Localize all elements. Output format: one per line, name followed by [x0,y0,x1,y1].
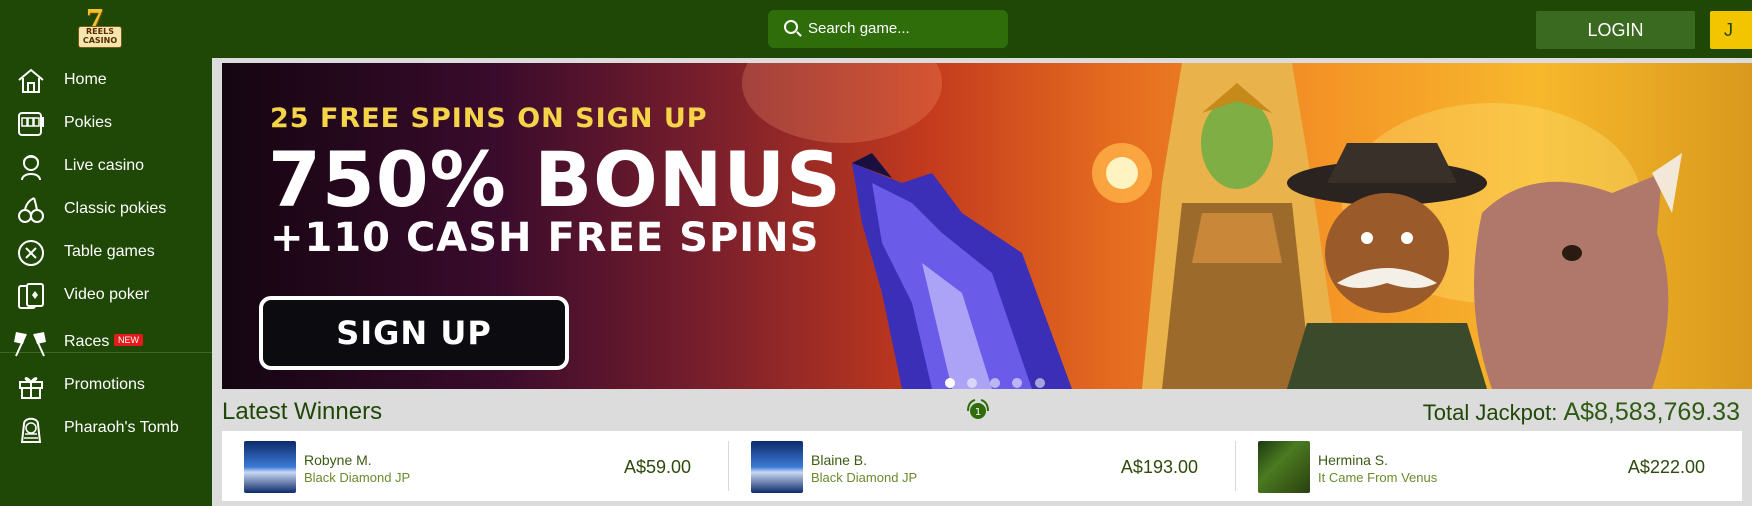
gift-icon [19,377,43,399]
trophy-coin-icon: 1 [967,399,989,419]
carousel-dot[interactable] [1034,378,1045,388]
sidebar-item-classic-pokies[interactable]: Classic pokies [0,187,212,233]
site-logo[interactable]: 7 REELS CASINO [74,2,124,52]
total-jackpot: Total Jackpot: A$8,583,769.33 [1423,398,1740,427]
carousel-dot[interactable] [1012,378,1023,388]
promo-banner[interactable]: 25 FREE SPINS ON SIGN UP 750% BONUS +110… [222,63,1752,389]
sidebar-item-label: Pokies [64,114,113,131]
winner-card[interactable]: Robyne M. Black Diamond JP A$59.00 [222,431,729,501]
sidebar-item-home[interactable]: Home [0,58,212,104]
sidebar: Home Pokies Live casino Classic pokies T… [0,58,212,506]
winner-amount: A$193.00 [1120,457,1198,477]
signup-button[interactable]: SIGN UP [259,296,569,370]
winner-game[interactable]: It Came From Venus [1318,470,1437,485]
winner-game[interactable]: Black Diamond JP [811,470,917,485]
cherries-icon [18,197,44,223]
game-thumbnail[interactable] [751,441,803,493]
sidebar-item-promotions[interactable]: Promotions [0,363,212,409]
banner-subtitle: 25 FREE SPINS ON SIGN UP [270,103,708,134]
sidebar-item-video-poker[interactable]: Video poker [0,273,212,319]
sidebar-item-pokies[interactable]: Pokies [0,101,212,147]
sidebar-item-label: Pharaoh's Tomb [64,419,179,436]
login-button[interactable]: LOGIN [1536,11,1695,49]
banner-tagline: +110 CASH FREE SPINS [270,215,820,261]
winner-name: Hermina S. [1318,452,1389,468]
sidebar-item-live-casino[interactable]: Live casino [0,144,212,190]
banner-glow [742,63,942,143]
sidebar-item-label: Table games [64,243,155,260]
sidebar-item-label: Home [64,71,107,88]
logo-line2: CASINO [82,36,118,45]
carousel-dot[interactable] [989,378,1000,388]
winner-name: Robyne M. [304,452,372,468]
latest-winners-title: Latest Winners [222,398,383,425]
dealer-icon [21,155,41,181]
main-content: 25 FREE SPINS ON SIGN UP 750% BONUS +110… [212,58,1752,506]
sidebar-item-table-games[interactable]: Table games [0,230,212,276]
new-badge: NEW [114,334,143,346]
jackpot-label: Total Jackpot: [1422,400,1558,425]
rhino-illustration [1474,153,1682,389]
winner-amount: A$222.00 [1627,457,1705,477]
game-thumbnail[interactable] [244,441,296,493]
logo-line1: REELS [86,27,114,36]
join-button[interactable]: J [1710,11,1752,49]
winner-card[interactable]: Blaine B. Black Diamond JP A$193.00 [729,431,1236,501]
banner-headline: 750% BONUS [268,135,842,224]
sidebar-item-label: Classic pokies [64,200,167,217]
carousel-dot[interactable] [967,378,978,388]
cards-icon [18,283,44,309]
carousel-dots [945,375,1053,389]
logo-plate: REELS CASINO [78,26,122,48]
slot-machine-icon [18,112,44,136]
wolf-illustration [852,153,1072,389]
sidebar-item-label: Live casino [64,157,145,174]
winner-game[interactable]: Black Diamond JP [304,470,410,485]
search-input[interactable]: Search game... [768,10,1008,48]
search-placeholder: Search game... [808,20,910,37]
top-bar: 7 REELS CASINO Search game... LOGIN J [0,0,1752,58]
sidebar-item-label: Races [64,333,110,350]
winners-strip: Robyne M. Black Diamond JP A$59.00 Blain… [222,431,1742,501]
sidebar-item-label: Promotions [64,376,145,393]
winner-amount: A$59.00 [623,457,691,477]
sidebar-item-pharaohs-tomb[interactable]: Pharaoh's Tomb [0,406,212,452]
svg-text:1: 1 [975,407,981,418]
roulette-chip-icon [18,240,44,266]
winner-card[interactable]: Hermina S. It Came From Venus A$222.00 [1236,431,1743,501]
pharaoh-icon [20,417,42,443]
home-icon [18,68,44,93]
carousel-dot[interactable] [945,378,955,388]
sidebar-item-label: Video poker [64,286,150,303]
game-thumbnail[interactable] [1258,441,1310,493]
sidebar-item-races[interactable]: Races NEW [0,320,212,366]
search-icon [784,20,798,34]
winner-name: Blaine B. [811,452,868,468]
checkered-flags-icon [14,332,46,357]
jackpot-amount: A$8,583,769.33 [1563,398,1740,426]
